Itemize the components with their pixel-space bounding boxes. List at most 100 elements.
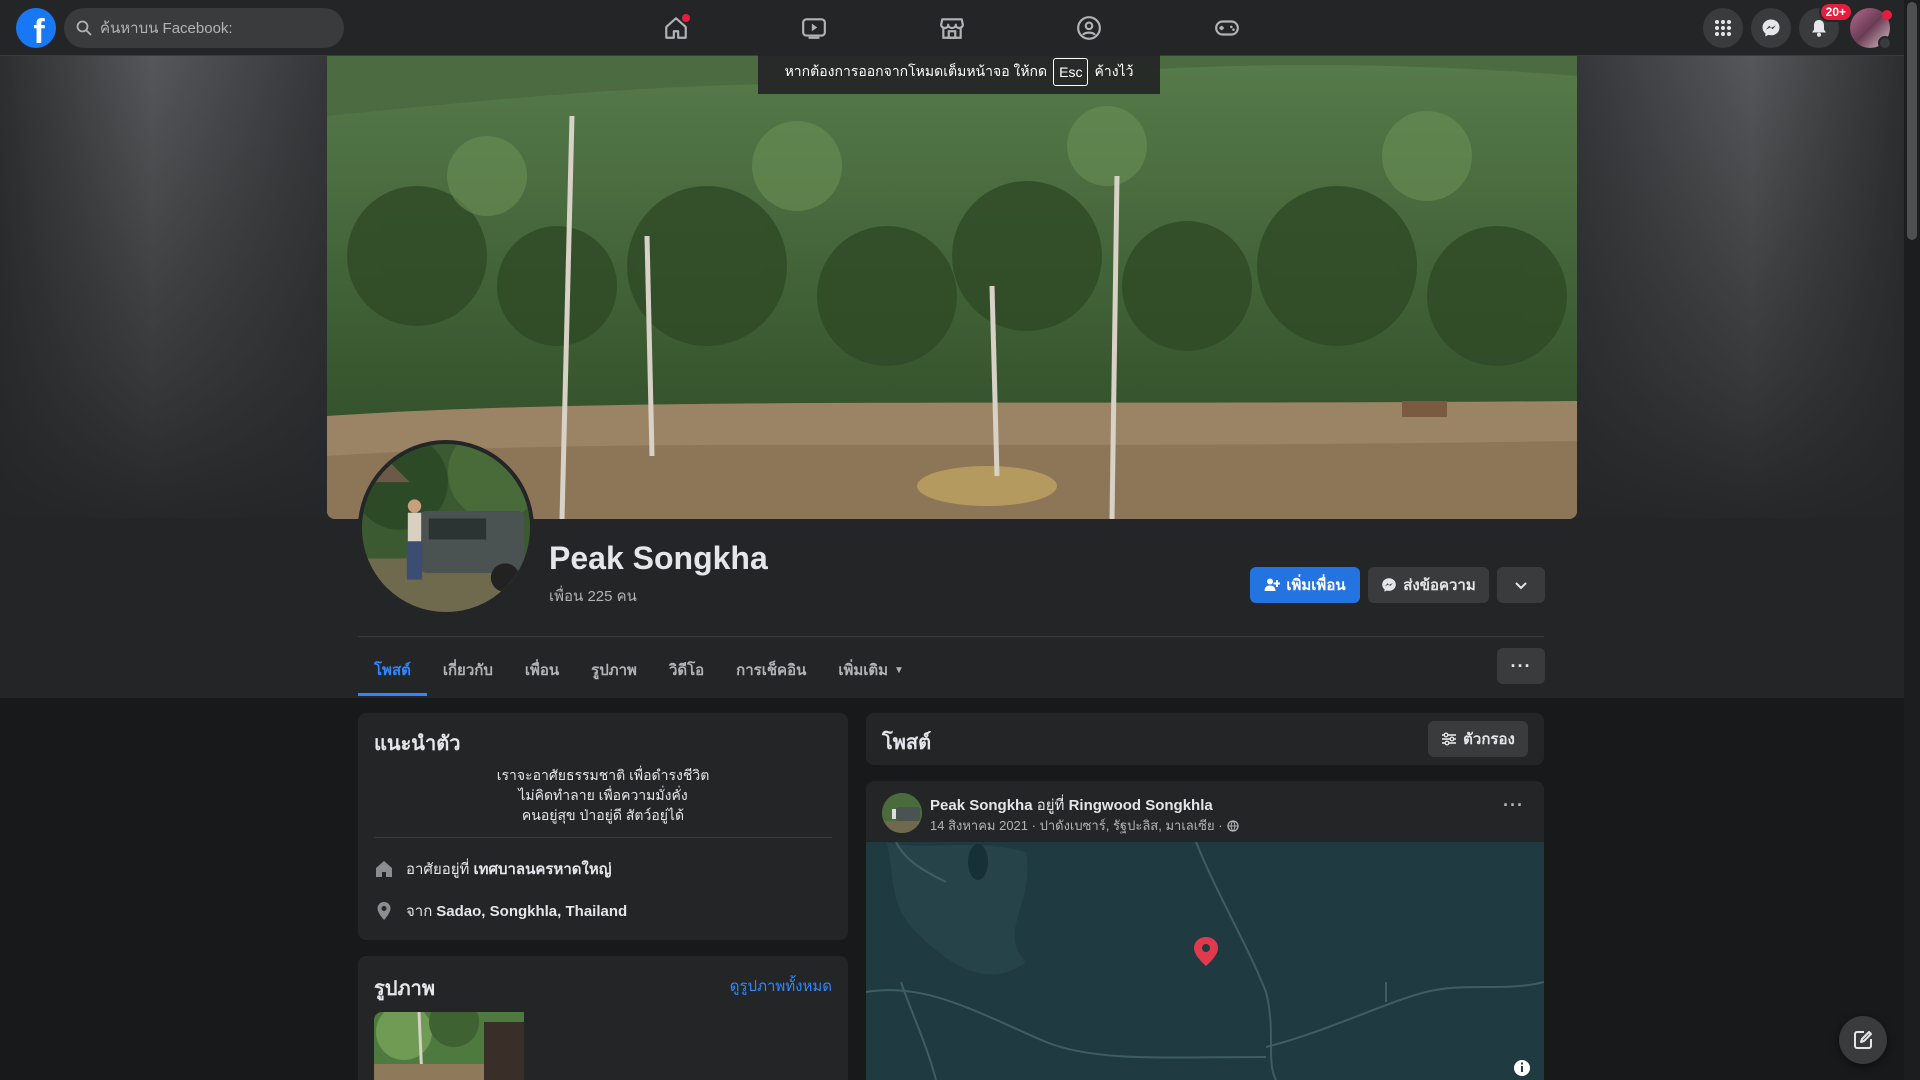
post-author-name[interactable]: Peak Songkha bbox=[930, 797, 1033, 814]
filter-icon bbox=[1442, 732, 1457, 746]
search-placeholder: ค้นหาบน Facebook: bbox=[100, 20, 233, 37]
esc-key: Esc bbox=[1053, 58, 1089, 86]
chevron-down-icon bbox=[1515, 582, 1527, 590]
intro-bio-line-3: คนอยู่สุข ป่าอยู่ดี สัตว์อยู่ได้ bbox=[521, 807, 685, 823]
location-pin-icon bbox=[377, 902, 391, 920]
ellipsis-icon: ··· bbox=[1510, 655, 1532, 676]
account-alert-dot bbox=[1882, 10, 1892, 20]
search-box[interactable]: ค้นหาบน Facebook: bbox=[64, 8, 344, 48]
new-message-button[interactable] bbox=[1839, 1016, 1887, 1064]
filter-label: ตัวกรอง bbox=[1463, 731, 1515, 748]
tab-more-label: เพิ่มเติม bbox=[838, 662, 889, 679]
post-options-button[interactable]: ··· bbox=[1503, 795, 1524, 816]
from-value[interactable]: Sadao, Songkhla, Thailand bbox=[436, 903, 627, 920]
facebook-logo-letter: f bbox=[33, 13, 45, 48]
toast-suffix: ค้างไว้ bbox=[1094, 63, 1134, 79]
photos-card: รูปภาพ ดูรูปภาพทั้งหมด bbox=[358, 956, 848, 1080]
fullscreen-exit-notice: หากต้องการออกจากโหมดเต็มหน้าจอ ให้กด Esc… bbox=[758, 50, 1160, 94]
ellipsis-icon: ··· bbox=[1503, 795, 1524, 815]
intro-divider bbox=[374, 837, 832, 838]
map-image bbox=[866, 842, 1544, 1080]
toast-prefix: หากต้องการออกจากโหมดเต็มหน้าจอ ให้กด bbox=[784, 63, 1048, 79]
add-friend-button[interactable]: เพิ่มเพื่อน bbox=[1250, 567, 1360, 603]
tabs-overflow-button[interactable]: ··· bbox=[1497, 648, 1545, 684]
account-avatar[interactable] bbox=[1850, 8, 1892, 50]
send-message-label: ส่งข้อความ bbox=[1403, 577, 1476, 594]
lives-in-prefix: อาศัยอยู่ที่ bbox=[406, 861, 470, 878]
intro-bio-line-2: ไม่คิดทำลาย เพื่อความมั่งคั่ง bbox=[518, 787, 688, 803]
scrollbar-thumb[interactable] bbox=[1907, 2, 1917, 240]
globe-icon bbox=[1226, 819, 1239, 832]
filter-button[interactable]: ตัวกรอง bbox=[1428, 721, 1528, 757]
tab-about[interactable]: เกี่ยวกับ bbox=[427, 644, 509, 696]
post-author-avatar-image bbox=[882, 793, 922, 833]
messenger-icon bbox=[1382, 578, 1397, 592]
tab-posts-label: โพสต์ bbox=[374, 662, 411, 679]
video-icon bbox=[802, 18, 826, 39]
home-notification-dot bbox=[682, 14, 690, 22]
profile-picture-image bbox=[362, 444, 530, 612]
lives-in-row: อาศัยอยู่ที่ เทศบาลนครหาดใหญ่ bbox=[374, 857, 612, 881]
add-friend-icon bbox=[1264, 578, 1281, 591]
nav-groups[interactable] bbox=[1073, 12, 1105, 44]
cover-photo-image bbox=[327, 56, 1577, 519]
messenger-button[interactable] bbox=[1751, 8, 1791, 48]
nav-home[interactable] bbox=[660, 12, 692, 44]
notifications-button[interactable]: 20+ bbox=[1799, 2, 1853, 48]
tab-checkins-label: การเช็คอิน bbox=[736, 662, 807, 679]
tab-more[interactable]: เพิ่มเติม ▼ bbox=[822, 644, 920, 696]
caret-down-icon: ▼ bbox=[894, 664, 904, 676]
add-friend-label: เพิ่มเพื่อน bbox=[1286, 577, 1346, 594]
home-icon bbox=[376, 861, 392, 877]
page-scrollbar[interactable] bbox=[1904, 0, 1920, 1080]
post-header-line: Peak Songkha อยู่ที่ Ringwood Songkhla bbox=[930, 793, 1213, 817]
facebook-logo[interactable]: f bbox=[16, 8, 56, 48]
intro-title: แนะนำตัว bbox=[374, 733, 461, 755]
tab-photos-label: รูปภาพ bbox=[591, 662, 637, 679]
profile-header-band bbox=[0, 518, 1904, 698]
tab-photos[interactable]: รูปภาพ bbox=[575, 644, 653, 696]
compose-icon bbox=[1854, 1031, 1872, 1049]
tab-about-label: เกี่ยวกับ bbox=[442, 662, 493, 679]
lives-in-value[interactable]: เทศบาลนครหาดใหญ่ bbox=[473, 857, 611, 881]
photo-thumbnail[interactable] bbox=[374, 1012, 524, 1080]
messenger-icon bbox=[1762, 19, 1780, 37]
profile-divider bbox=[358, 636, 1544, 637]
profile-picture[interactable] bbox=[358, 440, 534, 616]
from-row: จาก Sadao, Songkhla, Thailand bbox=[374, 899, 627, 923]
tab-posts[interactable]: โพสต์ bbox=[358, 644, 427, 696]
posts-title: โพสต์ bbox=[882, 732, 932, 754]
gaming-icon bbox=[1215, 20, 1239, 36]
search-icon bbox=[76, 20, 92, 36]
nav-gaming[interactable] bbox=[1211, 12, 1243, 44]
post-at-text: อยู่ที่ bbox=[1036, 797, 1065, 814]
tab-videos[interactable]: วิดีโอ bbox=[653, 644, 720, 696]
post-date-location[interactable]: 14 สิงหาคม 2021 · ปาดังเบซาร์, รัฐปะลิส,… bbox=[930, 815, 1223, 836]
cover-photo[interactable] bbox=[327, 56, 1577, 519]
friend-count[interactable]: เพื่อน 225 คน bbox=[549, 584, 637, 608]
checkin-map[interactable] bbox=[866, 842, 1544, 1080]
profile-tabs: โพสต์ เกี่ยวกับ เพื่อน รูปภาพ วิดีโอ การ… bbox=[358, 644, 920, 696]
tab-checkins[interactable]: การเช็คอิน bbox=[720, 644, 822, 696]
chevron-down-icon bbox=[1878, 36, 1892, 50]
send-message-button[interactable]: ส่งข้อความ bbox=[1368, 567, 1489, 603]
menu-button[interactable] bbox=[1703, 8, 1743, 48]
tab-friends-label: เพื่อน bbox=[524, 662, 560, 679]
post-place[interactable]: Ringwood Songkhla bbox=[1069, 797, 1213, 814]
marketplace-icon bbox=[940, 18, 964, 39]
intro-card: แนะนำตัว เราจะอาศัยธรรมชาติ เพื่อดำรงชีว… bbox=[358, 713, 848, 940]
nav-marketplace[interactable] bbox=[936, 12, 968, 44]
tab-friends[interactable]: เพื่อน bbox=[509, 644, 575, 696]
notification-badge: 20+ bbox=[1818, 2, 1853, 22]
photos-title: รูปภาพ bbox=[374, 978, 436, 1000]
see-all-photos-link[interactable]: ดูรูปภาพทั้งหมด bbox=[730, 974, 832, 998]
top-navigation-bar: f ค้นหาบน Facebook: 20+ bbox=[0, 0, 1904, 56]
from-prefix: จาก bbox=[406, 903, 433, 920]
nav-watch[interactable] bbox=[798, 12, 830, 44]
profile-more-dropdown[interactable] bbox=[1497, 567, 1545, 603]
posts-header-card: โพสต์ ตัวกรอง bbox=[866, 713, 1544, 765]
photo-thumbnail-image bbox=[374, 1012, 524, 1080]
post-author-avatar[interactable] bbox=[882, 793, 922, 833]
intro-bio-line-1: เราจะอาศัยธรรมชาติ เพื่อดำรงชีวิต bbox=[496, 767, 710, 783]
post-meta-line: 14 สิงหาคม 2021 · ปาดังเบซาร์, รัฐปะลิส,… bbox=[930, 815, 1239, 836]
